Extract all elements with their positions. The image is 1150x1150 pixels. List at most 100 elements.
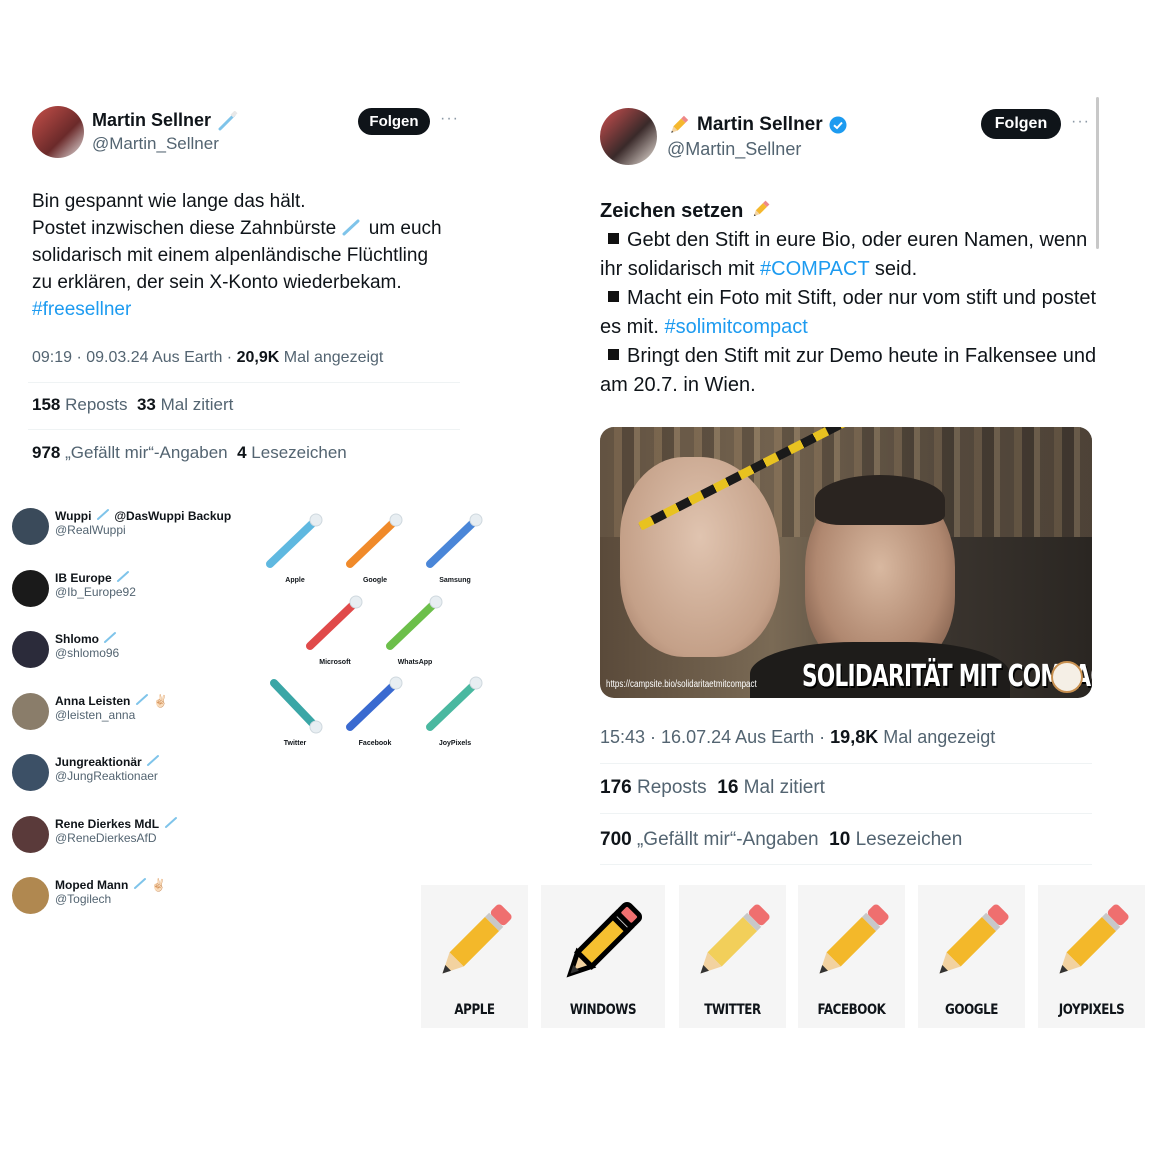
toothbrush-icon	[164, 816, 177, 828]
follower-avatar[interactable]	[12, 754, 49, 791]
pencil-emoji-facebook: FACEBOOK	[798, 885, 905, 1028]
tweet2-reposts-count[interactable]: 176	[600, 777, 632, 798]
toothbrush-icon	[342, 219, 360, 236]
follower-handle[interactable]: @shlomo96	[55, 646, 119, 660]
tweet1-quotes-count[interactable]: 33	[137, 395, 156, 414]
pencil-label: WINDOWS	[569, 1002, 637, 1018]
tweet2-bookmarks-count[interactable]: 10	[829, 829, 850, 850]
tweet2-media-image[interactable]: https://campsite.bio/solidaritaetmitcomp…	[600, 427, 1092, 698]
tweet1-line-2: Postet inzwischen diese Zahnbürste um eu…	[32, 215, 472, 242]
tweet1-likes-count[interactable]: 978	[32, 443, 60, 462]
follower-handle[interactable]: @ReneDierkesAfD	[55, 831, 157, 845]
tweet1-hashtag[interactable]: #freesellner	[32, 296, 472, 323]
tweet2-quotes-count[interactable]: 16	[717, 777, 738, 798]
tweet2-quotes-label[interactable]: Mal zitiert	[744, 777, 825, 798]
tweet2-handle[interactable]: @Martin_Sellner	[667, 139, 801, 160]
black-square-icon	[608, 349, 619, 360]
toothbrush-icon	[270, 679, 323, 734]
toothbrush-emoji-apple: Apple	[260, 510, 330, 590]
tweet2-bullet-suffix: seid.	[869, 258, 918, 280]
toothbrush-emoji-twitter: Twitter	[260, 673, 330, 753]
tweet1-views-label: Mal angezeigt	[283, 349, 384, 366]
tweet1-divider-1	[28, 382, 460, 383]
tweet2-bullet-list: Gebt den Stift in eure Bio, oder euren N…	[600, 226, 1098, 400]
follower-avatar[interactable]	[12, 508, 49, 545]
tweet1-more-button[interactable]: ···	[440, 110, 459, 128]
tweet1-handle[interactable]: @Martin_Sellner	[92, 134, 219, 154]
tweet2-timestamp[interactable]: 15:43 · 16.07.24 Aus Earth ·	[600, 727, 825, 747]
tweet2-divider-1	[600, 763, 1092, 764]
tweet1-quotes-label[interactable]: Mal zitiert	[161, 395, 234, 414]
follower-name[interactable]: Wuppi	[55, 509, 91, 523]
tweet1-avatar[interactable]	[32, 106, 84, 158]
tweet2-more-button[interactable]: ···	[1071, 113, 1090, 131]
tweet2-avatar[interactable]	[600, 108, 657, 165]
follower-handle[interactable]: @RealWuppi	[55, 523, 126, 537]
follower-item[interactable]: Anna Leisten ✌🏻 @leisten_anna	[12, 691, 262, 731]
tweet1-bookmarks-count[interactable]: 4	[237, 443, 246, 462]
follower-avatar[interactable]	[12, 631, 49, 668]
tweet1-name-row: Martin Sellner	[92, 110, 239, 131]
tweet1-reposts-count[interactable]: 158	[32, 395, 60, 414]
follower-name[interactable]: Shlomo	[55, 632, 99, 646]
follower-avatar[interactable]	[12, 877, 49, 914]
follower-avatar[interactable]	[12, 815, 49, 853]
follower-name[interactable]: Moped Mann	[55, 878, 128, 892]
follower-handle[interactable]: @JungReaktionaer	[55, 769, 158, 783]
tweet1-likes-label[interactable]: „Gefällt mir“-Angaben	[65, 443, 228, 462]
toothbrush-icon	[346, 513, 403, 568]
follower-handle[interactable]: @leisten_anna	[55, 708, 135, 722]
toothbrush-icon	[147, 755, 160, 766]
follower-handle[interactable]: @Togilech	[55, 892, 111, 906]
tweet2-divider-2	[600, 813, 1092, 814]
tweet1-stats-row-2: 978 „Gefällt mir“-Angaben 4 Lesezeichen	[32, 443, 347, 463]
follower-avatar[interactable]	[12, 569, 49, 607]
tweet2-reposts-label[interactable]: Reposts	[637, 777, 707, 798]
toothbrush-icon	[266, 513, 323, 568]
follower-name[interactable]: IB Europe	[55, 571, 112, 585]
pencil-emoji-google: GOOGLE	[918, 885, 1025, 1028]
tweet1-line-2a: Postet inzwischen diese Zahnbürste	[32, 218, 337, 239]
toothbrush-label: Google	[362, 577, 388, 584]
follower-item[interactable]: Moped Mann ✌🏻 @Togilech	[12, 875, 262, 915]
follower-item[interactable]: IB Europe @Ib_Europe92	[12, 568, 262, 608]
pencil-label: GOOGLE	[945, 1002, 998, 1018]
tweet2-stats-row-2: 700 „Gefällt mir“-Angaben 10 Lesezeichen	[600, 829, 962, 851]
tweet1-author-name[interactable]: Martin Sellner	[92, 110, 211, 131]
tweet2-likes-label[interactable]: „Gefällt mir“-Angaben	[637, 829, 819, 850]
pencil-icon	[699, 904, 770, 974]
toothbrush-icon	[306, 595, 363, 650]
tweet1-timestamp[interactable]: 09:19 · 09.03.24 Aus Earth ·	[32, 349, 232, 366]
follower-name[interactable]: Jungreaktionär	[55, 755, 142, 769]
follower-name[interactable]: Anna Leisten	[55, 694, 130, 708]
tweet2-likes-count[interactable]: 700	[600, 829, 632, 850]
tweet2-bullet-text: Bringt den Stift mit zur Demo heute in F…	[600, 345, 1097, 396]
pencil-emoji-windows: WINDOWS	[541, 885, 665, 1028]
tweet2-follow-button[interactable]: Folgen	[981, 109, 1061, 139]
tweet2-hashtag[interactable]: #solimitcompact	[664, 316, 807, 338]
tweet1-bookmarks-label[interactable]: Lesezeichen	[251, 443, 346, 462]
tweet2-author-name[interactable]: Martin Sellner	[697, 114, 823, 136]
follower-item[interactable]: Wuppi @DasWuppi Backup @RealWuppi	[12, 506, 262, 546]
tweet2-hashtag[interactable]: #COMPACT	[760, 258, 869, 280]
tweet1-line-3: solidarisch mit einem alpenländische Flü…	[32, 245, 429, 266]
pencil-label: TWITTER	[704, 1002, 761, 1018]
follower-name[interactable]: Rene Dierkes MdL	[55, 817, 159, 831]
toothbrush-emoji-microsoft: Microsoft	[300, 592, 370, 672]
toothbrush-label: Twitter	[283, 740, 307, 747]
pencil-icon	[671, 115, 689, 133]
follower-handle[interactable]: @Ib_Europe92	[55, 585, 136, 599]
tweet2-name-row: Martin Sellner	[667, 113, 847, 137]
follower-item[interactable]: Rene Dierkes MdL @ReneDierkesAfD	[12, 814, 262, 854]
tweet1-reposts-label[interactable]: Reposts	[65, 395, 127, 414]
tweet1-follow-button[interactable]: Folgen	[358, 108, 430, 135]
follower-avatar[interactable]	[12, 692, 49, 730]
toothbrush-label: Samsung	[439, 577, 471, 584]
pencil-label: APPLE	[454, 1002, 495, 1018]
tweet2-bookmarks-label[interactable]: Lesezeichen	[856, 829, 963, 850]
follower-item[interactable]: Shlomo @shlomo96	[12, 629, 262, 669]
toothbrush-emoji-facebook: Facebook	[340, 673, 410, 753]
pencil-icon	[818, 904, 889, 974]
follower-item[interactable]: Jungreaktionär @JungReaktionaer	[12, 752, 262, 792]
tweet2-text: Zeichen setzen Gebt den Stift in eure Bi…	[600, 197, 1098, 400]
